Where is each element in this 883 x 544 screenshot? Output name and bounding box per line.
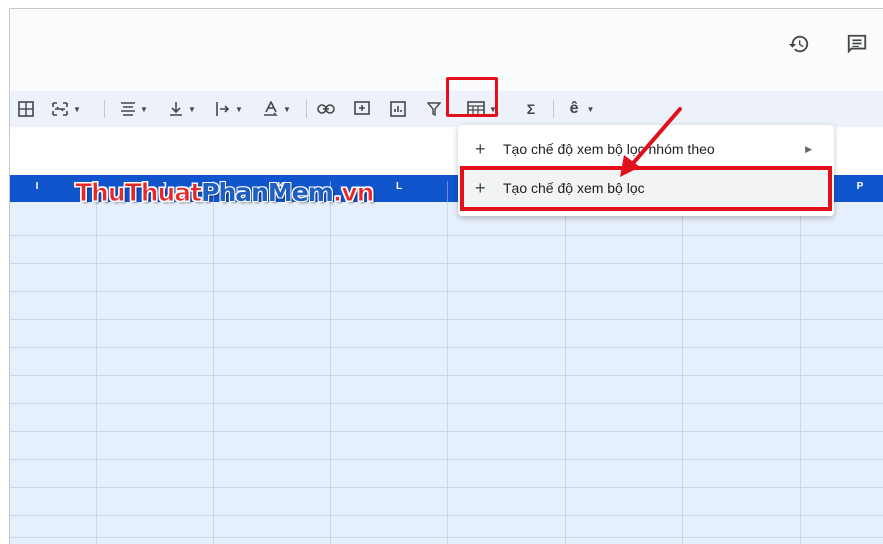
chevron-down-icon: ▼ xyxy=(140,104,148,114)
pointer-arrow-icon xyxy=(620,107,682,177)
chevron-down-icon: ▼ xyxy=(73,104,81,114)
grid-row-line xyxy=(10,347,883,348)
watermark-logo: ThuThuatPhanMem.vn xyxy=(74,178,375,208)
toolbar-divider xyxy=(553,100,554,118)
functions-icon[interactable]: Σ xyxy=(520,97,542,121)
grid-column-line xyxy=(330,202,331,544)
insert-comment-icon[interactable] xyxy=(350,97,374,121)
cell-grid[interactable] xyxy=(10,202,883,544)
watermark-part-1: ThuThuat xyxy=(74,178,202,208)
history-icon[interactable] xyxy=(786,31,812,57)
submenu-arrow-icon: ▶ xyxy=(805,143,812,154)
grid-row-line xyxy=(10,235,883,236)
toolbar-divider xyxy=(306,100,307,118)
input-tools-icon[interactable]: ê ▼ xyxy=(562,97,602,121)
column-header-l[interactable]: L xyxy=(389,181,409,192)
chevron-down-icon: ▼ xyxy=(283,104,291,114)
column-header-i[interactable]: I xyxy=(27,181,47,192)
chevron-down-icon: ▼ xyxy=(188,104,196,114)
grid-column-line xyxy=(96,202,97,544)
grid-column-line xyxy=(447,202,448,544)
vertical-align-icon[interactable]: ▼ xyxy=(162,97,202,121)
borders-icon[interactable] xyxy=(15,97,37,121)
grid-row-line xyxy=(10,291,883,292)
insert-chart-icon[interactable] xyxy=(386,97,410,121)
top-header xyxy=(10,9,883,84)
text-rotation-icon[interactable]: ▼ xyxy=(256,97,298,121)
grid-row-line xyxy=(10,537,883,538)
grid-row-line xyxy=(10,263,883,264)
column-divider xyxy=(447,181,448,202)
grid-column-line xyxy=(213,202,214,544)
watermark-part-2: PhanMem xyxy=(201,178,334,207)
grid-row-line xyxy=(10,487,883,488)
text-wrapping-icon[interactable]: ▼ xyxy=(208,97,250,121)
grid-row-line xyxy=(10,375,883,376)
grid-column-line xyxy=(682,202,683,544)
toolbar-divider xyxy=(104,100,105,118)
plus-icon: + xyxy=(475,138,486,159)
chevron-down-icon: ▼ xyxy=(586,104,595,114)
grid-row-line xyxy=(10,459,883,460)
grid-row-line xyxy=(10,403,883,404)
chevron-down-icon: ▼ xyxy=(235,104,243,114)
merge-cells-icon[interactable]: ▼ xyxy=(46,97,86,121)
horizontal-align-icon[interactable]: ▼ xyxy=(114,97,154,121)
input-tools-glyph: ê xyxy=(569,100,579,117)
insert-link-icon[interactable] xyxy=(314,97,338,121)
grid-column-line xyxy=(565,202,566,544)
grid-row-line xyxy=(10,515,883,516)
grid-column-line xyxy=(800,202,801,544)
watermark-part-3: .vn xyxy=(332,178,375,208)
column-header-p[interactable]: P xyxy=(850,181,870,192)
grid-row-line xyxy=(10,319,883,320)
create-filter-icon[interactable] xyxy=(422,97,446,121)
comments-icon[interactable] xyxy=(844,31,870,57)
filter-views-highlight xyxy=(446,77,498,117)
grid-row-line xyxy=(10,431,883,432)
